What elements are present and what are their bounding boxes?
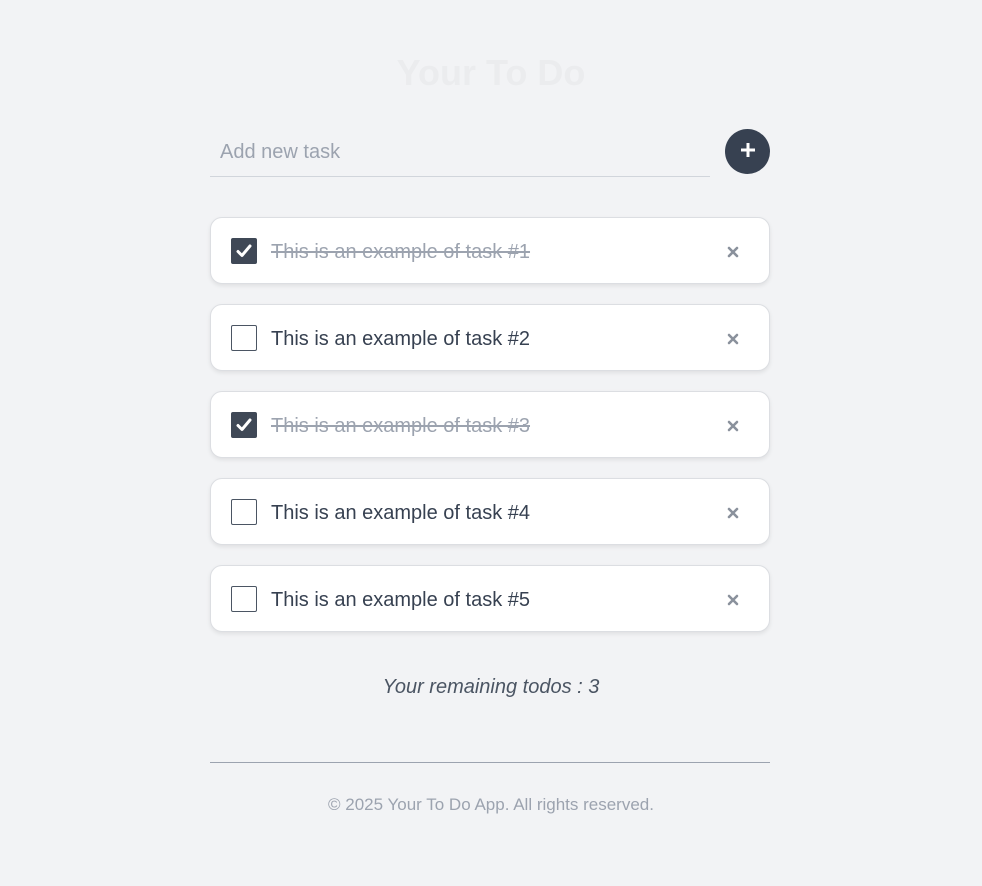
plus-icon xyxy=(739,141,757,162)
close-icon xyxy=(727,594,739,606)
delete-task-button[interactable] xyxy=(721,588,745,612)
close-icon xyxy=(727,333,739,345)
footer-divider xyxy=(210,762,770,763)
add-task-row xyxy=(210,129,770,177)
delete-task-button[interactable] xyxy=(721,501,745,525)
task-item: This is an example of task #1 xyxy=(210,217,770,284)
new-task-input[interactable] xyxy=(210,129,710,177)
delete-task-button[interactable] xyxy=(721,414,745,438)
checkmark-icon xyxy=(236,244,252,257)
footer-copyright: © 2025 Your To Do App. All rights reserv… xyxy=(328,795,654,814)
close-icon xyxy=(727,246,739,258)
task-text: This is an example of task #2 xyxy=(271,328,531,350)
close-icon xyxy=(727,420,739,432)
task-checkbox[interactable] xyxy=(231,586,257,612)
task-item: This is an example of task #3 xyxy=(210,391,770,458)
task-text: This is an example of task #3 xyxy=(271,415,531,437)
task-text: This is an example of task #4 xyxy=(271,502,531,524)
task-checkbox[interactable] xyxy=(231,325,257,351)
close-icon xyxy=(727,507,739,519)
delete-task-button[interactable] xyxy=(721,240,745,264)
app-title: Your To Do xyxy=(396,52,586,93)
task-checkbox[interactable] xyxy=(231,238,257,264)
add-task-button[interactable] xyxy=(725,129,770,174)
task-checkbox[interactable] xyxy=(231,499,257,525)
task-item: This is an example of task #5 xyxy=(210,565,770,632)
task-item: This is an example of task #2 xyxy=(210,304,770,371)
task-item: This is an example of task #4 xyxy=(210,478,770,545)
checkmark-icon xyxy=(236,418,252,431)
task-text: This is an example of task #5 xyxy=(271,589,531,611)
task-list: This is an example of task #1 This is an… xyxy=(210,217,770,652)
delete-task-button[interactable] xyxy=(721,327,745,351)
remaining-todos-count: Your remaining todos : 3 xyxy=(382,676,600,698)
task-checkbox[interactable] xyxy=(231,412,257,438)
task-text: This is an example of task #1 xyxy=(271,241,531,263)
